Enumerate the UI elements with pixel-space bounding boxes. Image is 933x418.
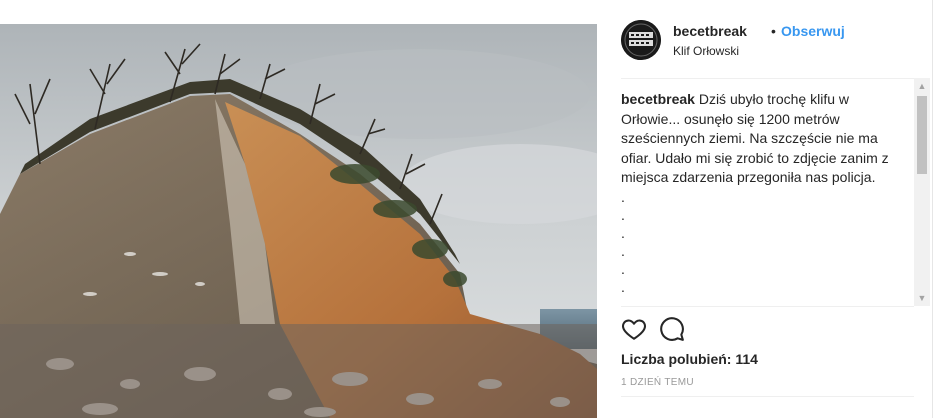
avatar-logo: [621, 20, 661, 60]
avatar[interactable]: [621, 20, 661, 60]
comments-scrollbar[interactable]: ▲ ▼: [914, 78, 930, 306]
caption-dot: .: [621, 206, 625, 223]
caption-dot: .: [621, 242, 625, 259]
post-location[interactable]: Klif Orłowski: [673, 44, 739, 58]
like-count[interactable]: Liczba polubień: 114: [621, 351, 758, 367]
post-header: becetbreak • Obserwuj Klif Orłowski: [621, 20, 921, 62]
actions-divider: [621, 306, 914, 307]
comment-icon: [660, 317, 684, 341]
comment-button[interactable]: [659, 316, 687, 344]
scrollbar-thumb[interactable]: [917, 96, 927, 174]
heart-icon: [622, 319, 646, 340]
post-photo[interactable]: [0, 24, 597, 418]
caption-dot: .: [621, 188, 625, 205]
arrow-up-icon[interactable]: ▲: [914, 78, 930, 94]
caption-dot: .: [621, 296, 625, 306]
comments-area[interactable]: becetbreak Dziś ubyło trochę klifu w Orł…: [621, 90, 909, 305]
caption-dot: .: [621, 260, 625, 277]
post-photo-area: [0, 0, 597, 418]
post-username[interactable]: becetbreak: [673, 23, 747, 39]
follow-button[interactable]: Obserwuj: [781, 23, 845, 39]
header-divider: [621, 78, 914, 79]
footer-divider: [621, 396, 914, 397]
like-button[interactable]: [621, 316, 649, 344]
post-timestamp[interactable]: 1 dzień temu: [621, 377, 694, 388]
caption-dot: .: [621, 224, 625, 241]
post-side-panel: becetbreak • Obserwuj Klif Orłowski bece…: [597, 0, 933, 418]
caption-username[interactable]: becetbreak: [621, 91, 695, 107]
arrow-down-icon[interactable]: ▼: [914, 290, 930, 306]
caption-dot: .: [621, 278, 625, 295]
separator-dot: •: [771, 23, 776, 39]
